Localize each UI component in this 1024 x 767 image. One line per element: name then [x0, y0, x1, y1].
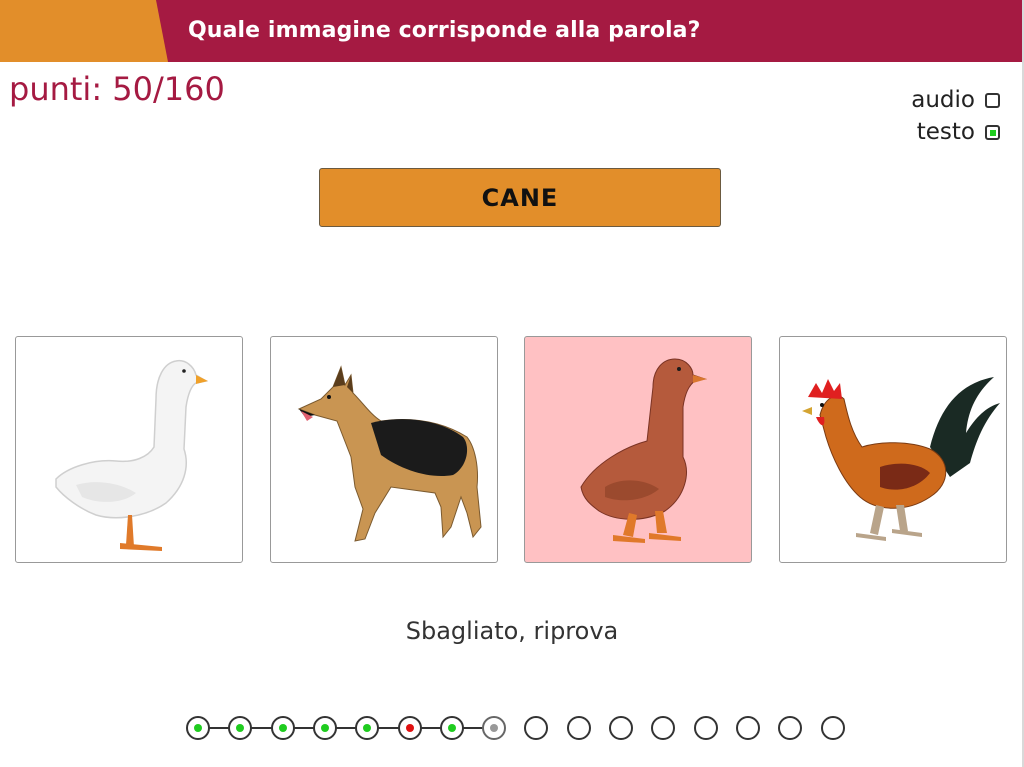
- header-tab-accent: [0, 0, 168, 62]
- text-option[interactable]: testo: [911, 116, 1000, 148]
- progress-dot-correct: [186, 716, 210, 740]
- progress-dot-empty: [609, 716, 633, 740]
- progress-dot-correct: [440, 716, 464, 740]
- header-bar: Quale immagine corrisponde alla parola?: [0, 0, 1022, 62]
- text-checkbox[interactable]: [985, 124, 1000, 140]
- dog-image: [297, 365, 482, 542]
- choice-card-goose[interactable]: [15, 336, 243, 563]
- text-option-label: testo: [916, 119, 975, 145]
- progress-tracker: [186, 714, 846, 742]
- progress-dot-current: [482, 716, 506, 740]
- duck-image: [580, 358, 707, 543]
- choice-card-duck[interactable]: [524, 336, 752, 563]
- progress-dot-correct: [355, 716, 379, 740]
- audio-option-label: audio: [911, 87, 975, 113]
- progress-dot-empty: [694, 716, 718, 740]
- progress-dot-correct: [271, 716, 295, 740]
- progress-dot-empty: [736, 716, 760, 740]
- feedback-message: Sbagliato, riprova: [405, 617, 619, 645]
- progress-dot-empty: [778, 716, 802, 740]
- goose-image: [55, 359, 209, 551]
- progress-dot-empty: [651, 716, 675, 740]
- word-button[interactable]: CANE: [319, 168, 721, 227]
- progress-dot-empty: [524, 716, 548, 740]
- choice-card-dog[interactable]: [270, 336, 498, 563]
- audio-option[interactable]: audio: [911, 84, 1000, 116]
- progress-dot-empty: [821, 716, 845, 740]
- choice-card-rooster[interactable]: [779, 336, 1007, 563]
- progress-dot-correct: [228, 716, 252, 740]
- question-title: Quale immagine corrisponde alla parola?: [188, 18, 701, 43]
- score-label: punti: 50/160: [9, 70, 225, 108]
- progress-dot-correct: [313, 716, 337, 740]
- audio-checkbox[interactable]: [985, 92, 1000, 108]
- progress-dot-empty: [567, 716, 591, 740]
- rooster-image: [802, 377, 1000, 541]
- options-panel: audio testo: [911, 84, 1000, 148]
- progress-dot-wrong: [398, 716, 422, 740]
